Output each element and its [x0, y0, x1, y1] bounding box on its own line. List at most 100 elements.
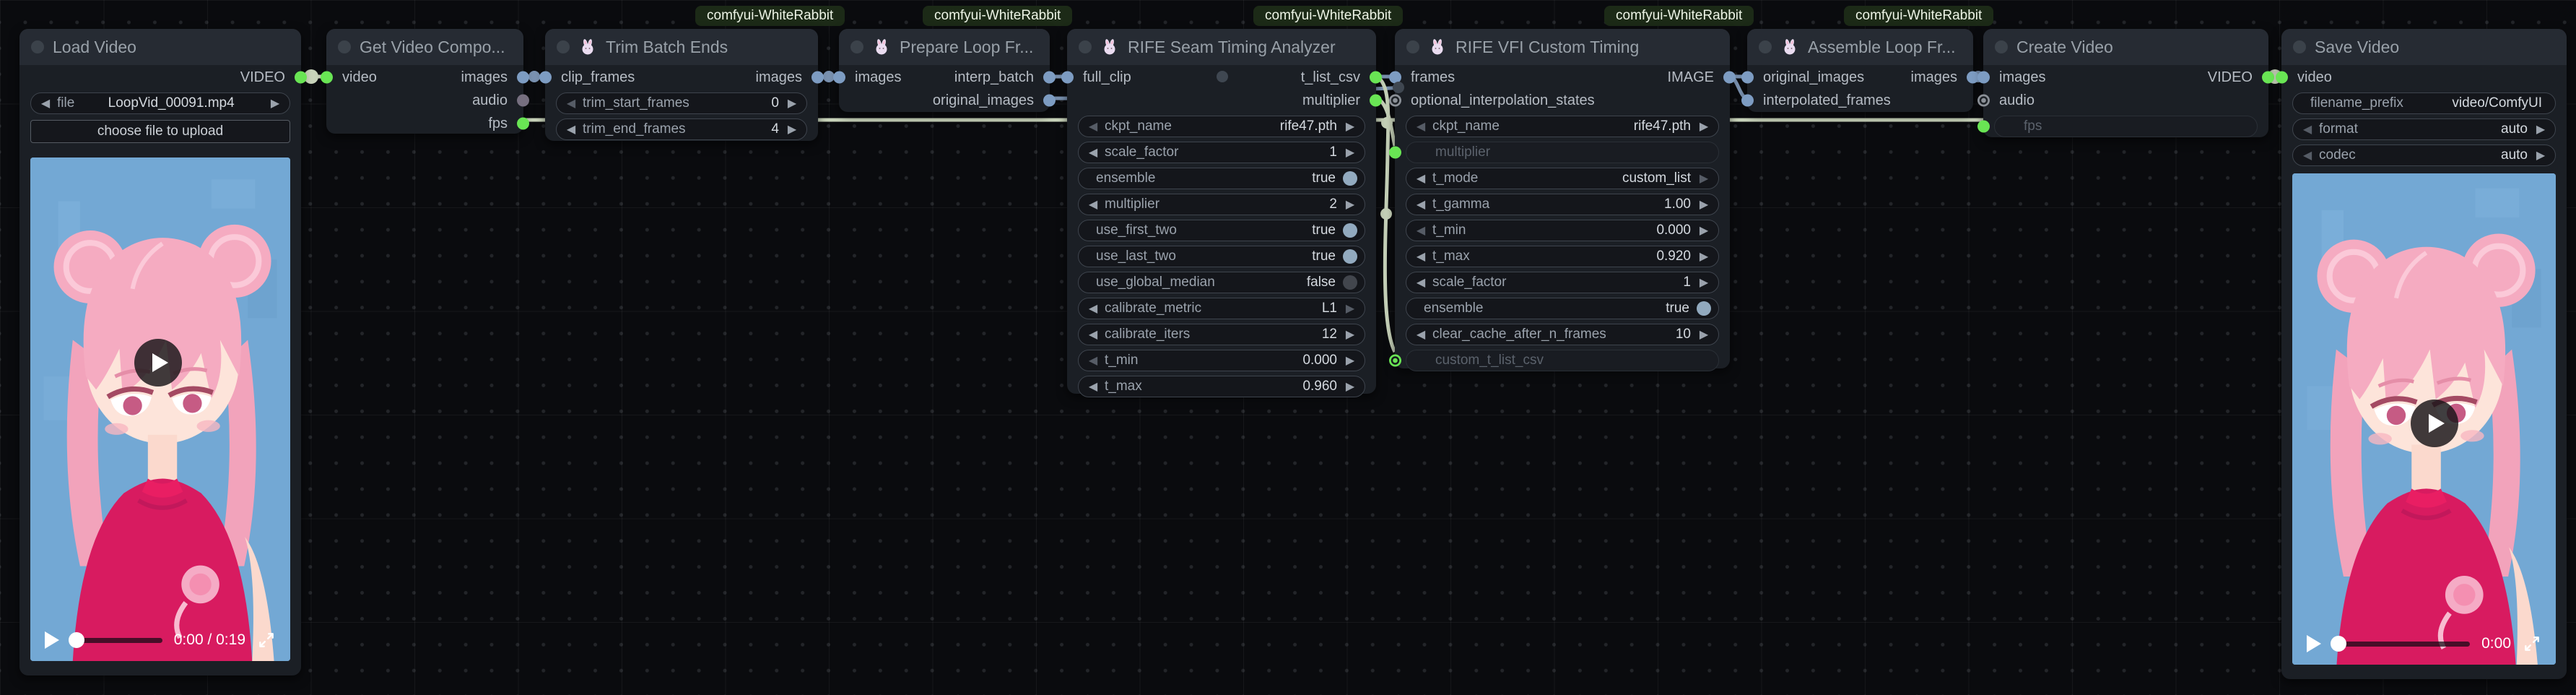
arrow-right-icon[interactable]: ▶ [1343, 197, 1357, 212]
comfyui-graph-canvas[interactable]: comfyui-WhiteRabbit comfyui-WhiteRabbit … [0, 0, 2576, 695]
arrow-left-icon[interactable]: ◀ [1414, 223, 1428, 238]
collapse-dot[interactable] [850, 40, 863, 53]
widget-scale-factor[interactable]: ◀ scale_factor 1 ▶ [1078, 142, 1365, 163]
arrow-right-icon[interactable]: ▶ [1697, 223, 1711, 238]
node-header[interactable]: Load Video [19, 29, 301, 65]
toggle-dot[interactable] [1343, 249, 1357, 264]
port-in-video[interactable] [321, 72, 333, 84]
node-load-video[interactable]: Load Video VIDEO ◀ file LoopVid_00091.mp… [19, 29, 301, 675]
arrow-left-icon[interactable]: ◀ [1086, 197, 1100, 212]
arrow-right-icon[interactable]: ▶ [1697, 275, 1711, 290]
widget-multiplier[interactable]: ◀ multiplier 2 ▶ [1078, 194, 1365, 215]
widget-t-mode[interactable]: ◀ t_mode custom_list ▶ [1406, 168, 1719, 189]
port-in-full-clip[interactable] [1061, 72, 1074, 84]
toggle-dot[interactable] [1697, 301, 1711, 316]
widget-use-first-two[interactable]: use_first_two true [1078, 220, 1365, 241]
widget-t-min[interactable]: ◀ t_min 0.000 ▶ [1406, 220, 1719, 241]
play-overlay-button[interactable] [134, 339, 182, 387]
arrow-left-icon[interactable]: ◀ [2300, 148, 2315, 163]
port-in-audio[interactable] [1977, 95, 1990, 107]
widget-use-last-two[interactable]: use_last_two true [1078, 246, 1365, 267]
node-trim-batch-ends[interactable]: Trim Batch Ends clip_frames images ◀ tri… [545, 29, 818, 141]
port-in-fps[interactable] [1977, 121, 1990, 133]
arrow-left-icon[interactable]: ◀ [1414, 249, 1428, 264]
collapse-dot[interactable] [2293, 40, 2306, 53]
arrow-right-icon[interactable]: ▶ [1697, 249, 1711, 264]
collapse-dot[interactable] [338, 40, 351, 53]
widget-calibrate-metric[interactable]: ◀ calibrate_metric L1 ▶ [1078, 298, 1365, 319]
widget-t-max[interactable]: ◀ t_max 0.920 ▶ [1406, 246, 1719, 267]
toggle-dot[interactable] [1343, 275, 1357, 290]
play-overlay-button[interactable] [2411, 400, 2458, 447]
port-in-video[interactable] [2276, 72, 2288, 84]
widget-trim-end-frames[interactable]: ◀ trim_end_frames 4 ▶ [556, 118, 807, 140]
port-in-optional-interpolation-states[interactable] [1389, 95, 1401, 107]
widget-calibrate-iters[interactable]: ◀ calibrate_iters 12 ▶ [1078, 324, 1365, 345]
arrow-left-icon[interactable]: ◀ [1414, 327, 1428, 342]
fullscreen-icon[interactable] [2523, 634, 2541, 653]
port-out-interp-batch[interactable] [1043, 72, 1056, 84]
widget-file[interactable]: ◀ file LoopVid_00091.mp4 ▶ [30, 92, 290, 114]
port-out-t-list-csv[interactable] [1370, 72, 1382, 84]
arrow-left-icon[interactable]: ◀ [1086, 145, 1100, 160]
port-out-audio[interactable] [517, 95, 529, 107]
collapse-dot[interactable] [557, 40, 570, 53]
arrow-right-icon[interactable]: ▶ [1343, 353, 1357, 368]
node-rife-vfi-custom-timing[interactable]: RIFE VFI Custom Timing frames IMAGE opti… [1395, 29, 1730, 368]
arrow-left-icon[interactable]: ◀ [2300, 122, 2315, 137]
arrow-left-icon[interactable]: ◀ [1086, 119, 1100, 134]
arrow-left-icon[interactable]: ◀ [1414, 171, 1428, 186]
arrow-left-icon[interactable]: ◀ [1086, 327, 1100, 342]
arrow-left-icon[interactable]: ◀ [564, 96, 578, 111]
port-out-original-images[interactable] [1043, 95, 1056, 107]
arrow-right-icon[interactable]: ▶ [1343, 145, 1357, 160]
widget-ensemble[interactable]: ensemble true [1406, 298, 1719, 319]
node-rife-seam-timing-analyzer[interactable]: RIFE Seam Timing Analyzer full_clip t_li… [1067, 29, 1376, 394]
port-out-video[interactable] [295, 72, 307, 84]
node-save-video[interactable]: Save Video video filename_prefix video/C… [2281, 29, 2567, 679]
widget-ckpt-name[interactable]: ◀ ckpt_name rife47.pth ▶ [1078, 116, 1365, 137]
collapse-dot[interactable] [1079, 40, 1092, 53]
seek-handle[interactable] [69, 632, 84, 648]
port-in-custom-t-list-csv[interactable] [1389, 355, 1401, 367]
arrow-right-icon[interactable]: ▶ [268, 96, 282, 111]
port-in-multiplier[interactable] [1389, 147, 1401, 159]
widget-ensemble[interactable]: ensemble true [1078, 168, 1365, 189]
arrow-right-icon[interactable]: ▶ [2533, 148, 2548, 163]
port-out-image[interactable] [1723, 72, 1736, 84]
widget-clear-cache-after-n-frames[interactable]: ◀ clear_cache_after_n_frames 10 ▶ [1406, 324, 1719, 345]
arrow-right-icon[interactable]: ▶ [1697, 197, 1711, 212]
play-button[interactable] [2307, 635, 2321, 652]
node-assemble-loop-frames[interactable]: Assemble Loop Fr... original_images imag… [1747, 29, 1973, 112]
widget-filename-prefix[interactable]: filename_prefix video/ComfyUI [2292, 92, 2556, 114]
widget-custom-t-list-csv-input[interactable]: custom_t_list_csv [1406, 350, 1719, 371]
arrow-right-icon[interactable]: ▶ [1343, 327, 1357, 342]
arrow-right-icon[interactable]: ▶ [1343, 301, 1357, 316]
arrow-left-icon[interactable]: ◀ [1414, 197, 1428, 212]
widget-t-gamma[interactable]: ◀ t_gamma 1.00 ▶ [1406, 194, 1719, 215]
widget-format[interactable]: ◀ format auto ▶ [2292, 118, 2556, 140]
collapse-dot[interactable] [1995, 40, 2008, 53]
widget-fps-input[interactable]: fps [1994, 116, 2258, 137]
node-get-video-components[interactable]: Get Video Compo... video images audio fp… [326, 29, 523, 134]
arrow-right-icon[interactable]: ▶ [1697, 119, 1711, 134]
arrow-right-icon[interactable]: ▶ [785, 122, 799, 137]
arrow-left-icon[interactable]: ◀ [1086, 379, 1100, 394]
toggle-dot[interactable] [1343, 171, 1357, 186]
arrow-left-icon[interactable]: ◀ [564, 122, 578, 137]
node-create-video[interactable]: Create Video images VIDEO audio fps [1983, 29, 2268, 137]
widget-multiplier-input[interactable]: multiplier [1406, 142, 1719, 163]
port-in-frames[interactable] [1389, 72, 1401, 84]
seek-handle[interactable] [2331, 636, 2346, 652]
arrow-left-icon[interactable]: ◀ [1414, 119, 1428, 134]
arrow-right-icon[interactable]: ▶ [2533, 122, 2548, 137]
widget-t-min[interactable]: ◀ t_min 0.000 ▶ [1078, 350, 1365, 371]
arrow-right-icon[interactable]: ▶ [1697, 171, 1711, 186]
port-out-images[interactable] [517, 72, 529, 84]
widget-codec[interactable]: ◀ codec auto ▶ [2292, 144, 2556, 166]
choose-file-button[interactable]: choose file to upload [30, 120, 290, 143]
port-in-images[interactable] [833, 72, 845, 84]
port-in-clip-frames[interactable] [539, 72, 552, 84]
port-in-images[interactable] [1977, 72, 1990, 84]
port-out-video[interactable] [2262, 72, 2274, 84]
